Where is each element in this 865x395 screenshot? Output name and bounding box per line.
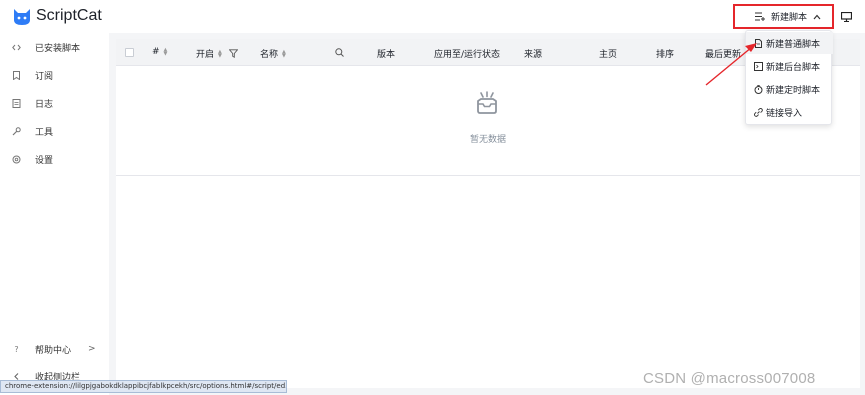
menu-item-label: 新建普通脚本 (766, 39, 821, 50)
column-header-homepage: 主页 (599, 50, 618, 60)
column-header-enabled[interactable]: 开启 ▲ ▼ (196, 47, 238, 60)
sidebar-item-label: 设置 (35, 155, 54, 166)
search-icon[interactable] (335, 48, 344, 57)
sidebar-item-label: 帮助中心 (35, 345, 72, 356)
sidebar-item-installed-scripts[interactable]: 已安装脚本 (12, 39, 80, 55)
chevron-up-icon (813, 14, 821, 19)
monitor-icon[interactable] (841, 12, 852, 22)
column-header-order: 排序 (656, 50, 675, 60)
link-icon (754, 107, 763, 117)
select-all-checkbox[interactable] (125, 48, 134, 57)
menu-item-new-normal-script[interactable]: 新建普通脚本 (746, 32, 833, 54)
list-add-icon (755, 12, 765, 21)
sort-icon[interactable]: ▲ ▼ (282, 49, 286, 58)
sidebar-item-settings[interactable]: 设置 (12, 151, 53, 167)
menu-item-new-scheduled-script[interactable]: 新建定时脚本 (746, 78, 833, 100)
menu-item-label: 新建定时脚本 (766, 85, 821, 96)
menu-item-label: 新建后台脚本 (766, 62, 821, 73)
question-icon: ? (14, 344, 19, 354)
new-script-label: 新建脚本 (771, 13, 808, 23)
watermark: CSDN @macross007008 (643, 370, 816, 387)
empty-inbox-icon (477, 91, 497, 114)
top-bar: ScriptCat 新建脚本 (0, 0, 865, 33)
filter-icon[interactable] (228, 49, 238, 58)
sort-icon[interactable]: ▲ ▼ (218, 49, 222, 58)
app-title: ScriptCat (36, 7, 102, 24)
sidebar-item-label: 日志 (35, 99, 54, 110)
browser-status-url: chrome-extension://lilgpjgabokdklappibcj… (0, 380, 287, 393)
sidebar: 已安装脚本 订阅 日志 工具 设置 ? 帮助中心 > 收起侧边栏 (0, 33, 109, 395)
empty-label: 暂无数据 (469, 135, 506, 145)
column-header-index[interactable]: # ▲ ▼ (152, 47, 167, 57)
log-icon (12, 98, 21, 108)
gear-icon (12, 155, 21, 164)
tool-icon (12, 126, 21, 136)
column-header-applies-to: 应用至/运行状态 (434, 50, 501, 60)
menu-item-label: 链接导入 (766, 108, 803, 119)
column-label: 名称 (260, 50, 279, 60)
sidebar-item-logs[interactable]: 日志 (12, 95, 53, 111)
sidebar-item-tools[interactable]: 工具 (12, 123, 53, 139)
column-header-last-updated: 最后更新 (705, 50, 742, 60)
sidebar-item-label: 已安装脚本 (35, 43, 81, 54)
code-icon (12, 43, 21, 52)
column-label: # (152, 47, 160, 57)
menu-item-link-import[interactable]: 链接导入 (746, 101, 833, 123)
column-header-source: 来源 (524, 50, 543, 60)
empty-text: 暂无数据 (116, 132, 860, 145)
sidebar-item-label: 工具 (35, 127, 54, 138)
terminal-icon (754, 61, 763, 71)
new-script-button[interactable]: 新建脚本 (733, 4, 834, 29)
cat-logo-icon (14, 9, 30, 25)
sidebar-item-subscribe[interactable]: 订阅 (12, 67, 53, 83)
chevron-right-icon: > (88, 344, 96, 354)
column-header-version: 版本 (377, 50, 396, 60)
timer-icon (754, 84, 763, 94)
bookmark-icon (12, 70, 21, 80)
sort-icon[interactable]: ▲ ▼ (164, 48, 168, 57)
menu-item-new-background-script[interactable]: 新建后台脚本 (746, 55, 833, 77)
column-label: 开启 (196, 50, 215, 60)
file-icon (754, 38, 763, 48)
logo[interactable]: ScriptCat (12, 6, 102, 26)
new-script-dropdown: 新建普通脚本 新建后台脚本 新建定时脚本 链接导入 (745, 30, 833, 125)
sidebar-item-help[interactable]: ? 帮助中心 > (12, 341, 95, 357)
column-header-name[interactable]: 名称 ▲ ▼ (260, 47, 286, 60)
sidebar-item-label: 订阅 (35, 71, 54, 82)
